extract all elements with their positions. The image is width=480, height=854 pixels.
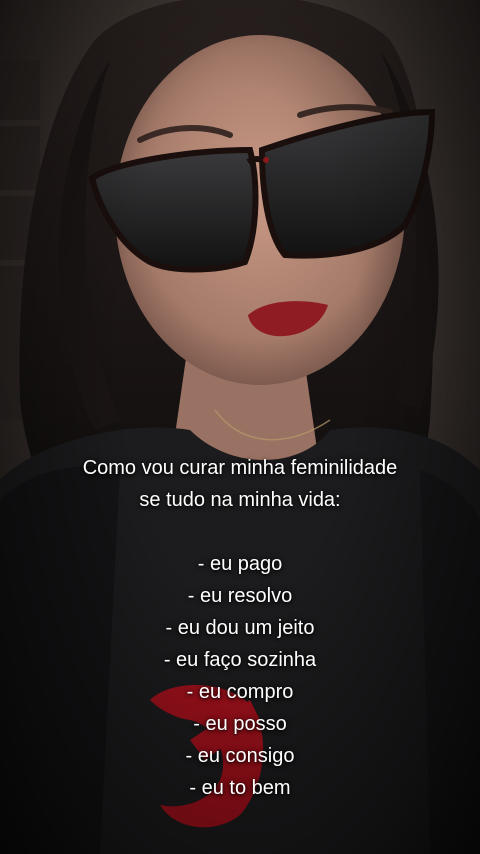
caption-intro-line: se tudo na minha vida: <box>139 489 341 511</box>
caption-list-item: - eu faço sozinha <box>163 649 317 671</box>
caption-list-item: - eu pago <box>197 553 283 575</box>
caption-intro-line: Como vou curar minha feminilidade <box>82 457 398 479</box>
caption-list-item: - eu to bem <box>189 777 291 799</box>
caption-list-item: - eu posso <box>193 713 287 735</box>
caption-text: Como vou curar minha feminilidade se tud… <box>0 452 480 804</box>
story-screen: Como vou curar minha feminilidade se tud… <box>0 0 480 854</box>
caption-list-item: - eu resolvo <box>187 585 293 607</box>
caption-list-item: - eu compro <box>186 681 294 703</box>
caption-list-item: - eu dou um jeito <box>165 617 315 639</box>
caption-list-item: - eu consigo <box>185 745 295 767</box>
